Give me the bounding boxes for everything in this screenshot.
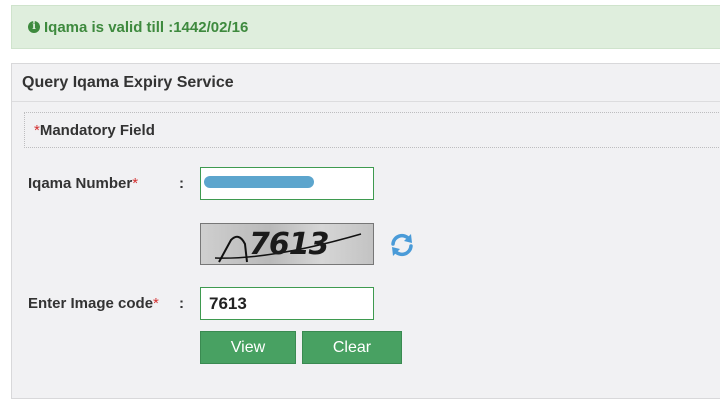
validity-alert: i Iqama is valid till :1442/02/16 [11, 5, 720, 49]
info-circle-icon: i [28, 21, 40, 33]
colon: : [179, 175, 184, 192]
mandatory-note: * Mandatory Field [24, 112, 720, 148]
captcha-text: 7613 [249, 227, 329, 262]
iqama-number-label-text: Iqama Number [28, 175, 133, 192]
image-code-input[interactable]: 7613 [200, 287, 374, 320]
iqama-number-label: Iqama Number* [28, 175, 138, 192]
mandatory-note-text: Mandatory Field [39, 121, 155, 139]
colon: : [179, 295, 184, 312]
required-marker: * [132, 175, 139, 192]
required-marker: * [153, 295, 159, 312]
query-panel: Query Iqama Expiry Service * Mandatory F… [11, 63, 720, 399]
page: i Iqama is valid till :1442/02/16 Query … [0, 0, 720, 405]
view-button[interactable]: View [200, 331, 296, 364]
captcha-image: 7613 [200, 223, 374, 265]
alert-message: Iqama is valid till :1442/02/16 [44, 18, 249, 36]
image-code-label: Enter Image code* [28, 295, 159, 312]
image-code-value: 7613 [209, 294, 247, 313]
panel-title: Query Iqama Expiry Service [12, 64, 720, 102]
iqama-number-input[interactable] [200, 167, 374, 200]
clear-button[interactable]: Clear [302, 331, 402, 364]
refresh-icon[interactable] [388, 231, 416, 259]
redaction-scribble [204, 176, 314, 188]
image-code-label-text: Enter Image code [28, 295, 154, 312]
